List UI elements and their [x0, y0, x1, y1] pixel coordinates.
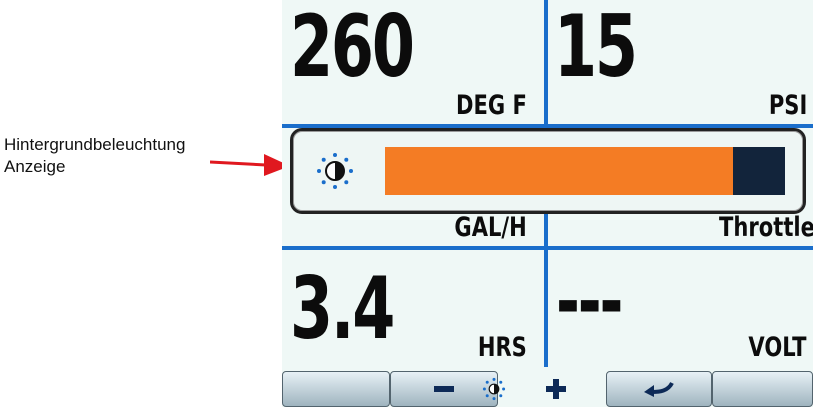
backlight-popup — [290, 128, 806, 214]
callout-label: Hintergrundbeleuchtung Anzeige — [4, 134, 185, 178]
backlight-level-bar[interactable] — [385, 147, 785, 195]
gauge-value-temperature: 260 — [290, 0, 415, 97]
gauge-unit-pressure: PSI — [768, 90, 807, 121]
softkey-blank-left[interactable] — [282, 371, 390, 407]
callout-arrow-icon — [210, 154, 290, 176]
minus-icon — [434, 386, 454, 392]
callout-line-2: Anzeige — [4, 157, 66, 176]
gauge-value-voltage: --- — [556, 255, 623, 348]
callout-line-1: Hintergrundbeleuchtung — [4, 135, 186, 154]
backlight-level-fill — [385, 147, 733, 195]
brightness-icon — [317, 153, 353, 189]
plus-icon — [546, 379, 566, 399]
gauge-value-pressure: 15 — [554, 0, 638, 97]
back-arrow-icon — [644, 381, 674, 397]
softkey-bar — [282, 371, 813, 407]
softkey-blank-right[interactable] — [712, 371, 813, 407]
gauge-screen: 260 DEG F 15 PSI GAL/H Throttle 3.4 HRS … — [282, 0, 813, 407]
brightness-icon — [482, 377, 506, 401]
gauge-value-hours: 3.4 — [290, 259, 395, 359]
gauge-unit-throttle: Throttle — [719, 212, 813, 243]
softkey-brightness[interactable] — [468, 371, 520, 407]
softkey-back[interactable] — [606, 371, 712, 407]
gauge-unit-voltage: VOLT — [748, 332, 807, 363]
gauge-unit-fuel-flow: GAL/H — [454, 212, 527, 243]
softkey-plus[interactable] — [520, 371, 606, 407]
gauge-unit-temperature: DEG F — [456, 90, 527, 121]
gauge-unit-hours: HRS — [477, 332, 527, 363]
grid-divider-bottom — [282, 246, 813, 250]
